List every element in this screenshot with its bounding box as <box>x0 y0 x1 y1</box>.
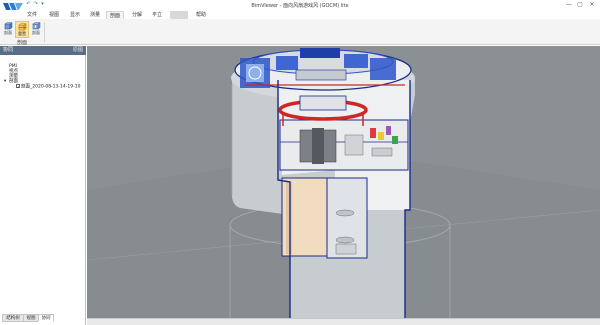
section-box-button[interactable]: 剖面 <box>1 21 15 38</box>
section-plane-button[interactable]: 剖面 <box>29 21 43 38</box>
tab-display[interactable]: 显示 <box>66 11 84 19</box>
maximize-button[interactable]: ▢ <box>576 1 584 8</box>
reset-section-button[interactable]: 重置 <box>15 21 29 38</box>
panel-pin-button[interactable]: 原图 <box>73 47 83 54</box>
tab-plan[interactable]: 平立 <box>148 11 166 19</box>
panel-bottom-tabs: 结构树 视图 协同 <box>2 314 86 323</box>
status-bar <box>87 318 600 325</box>
section-plane-icon <box>31 22 41 30</box>
reset-section-label: 重置 <box>18 31 26 36</box>
ribbon-group-label: 剖面 <box>16 40 27 46</box>
tab-hidden[interactable] <box>170 11 188 19</box>
tree-item-section-snapshot[interactable]: ✓剖面_2020-08-13-14-19-10 <box>16 84 80 90</box>
title-bar: ↶ ↷ ▾ BimViewer - 面向风扇游戏风 (GOCM) lite — … <box>0 0 600 19</box>
tab-view[interactable]: 视图 <box>45 11 63 19</box>
ribbon-group-divider <box>44 22 45 42</box>
section-model-render[interactable] <box>87 46 600 318</box>
collaboration-panel: 协同 原图 PMI 视点 测量 ▾ 剖面 ✓剖面_2020-08-13-14-19… <box>0 46 86 325</box>
tab-explode[interactable]: 分解 <box>128 11 146 19</box>
tab-measure[interactable]: 测量 <box>86 11 104 19</box>
reset-section-icon <box>17 23 27 31</box>
section-plane-label: 剖面 <box>32 30 40 35</box>
section-box-icon <box>3 22 13 30</box>
panel-header: 协同 原图 <box>0 46 86 55</box>
tab-file[interactable]: 文件 <box>24 11 40 19</box>
panel-title: 协同 <box>3 47 14 53</box>
tab-views[interactable]: 视图 <box>23 314 39 322</box>
3d-viewport[interactable] <box>87 46 600 318</box>
ribbon-tab-bar: 文件 视图 显示 测量 剖面 分解 平立 帮助 <box>0 10 600 19</box>
tab-structure-tree[interactable]: 结构树 <box>2 314 24 322</box>
checkbox-checked-icon[interactable]: ✓ <box>16 84 20 89</box>
tab-collaboration[interactable]: 协同 <box>38 314 54 322</box>
close-button[interactable]: ✕ <box>588 1 596 8</box>
section-box-label: 剖面 <box>4 30 12 35</box>
ribbon-panel: 剖面 重置 剖面 剖面 <box>0 19 600 46</box>
tab-section[interactable]: 剖面 <box>106 11 124 19</box>
tab-help[interactable]: 帮助 <box>192 11 210 19</box>
window-title: BimViewer - 面向风扇游戏风 (GOCM) lite <box>251 3 349 9</box>
minimize-button[interactable]: — <box>565 1 573 8</box>
tree-item-label: 剖面_2020-08-13-14-19-10 <box>21 84 81 90</box>
